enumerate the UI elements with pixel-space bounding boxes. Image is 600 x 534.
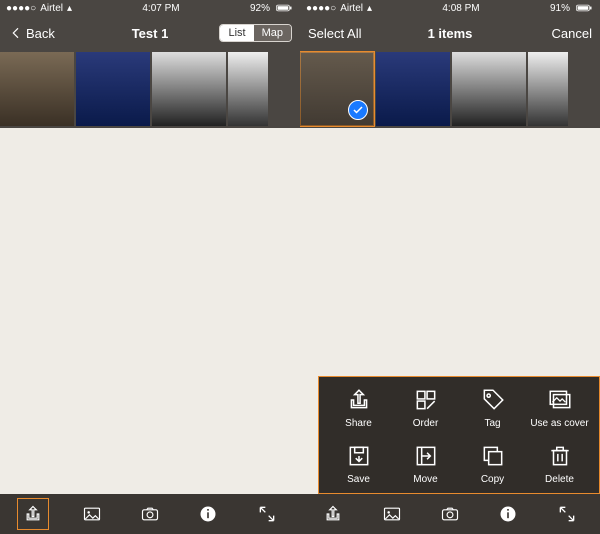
photo-thumb[interactable]	[0, 52, 74, 126]
nav-bar: Select All 1 items Cancel	[300, 16, 600, 50]
action-use-as-cover[interactable]: Use as cover	[526, 387, 593, 429]
tab-bar	[0, 494, 300, 534]
clock-label: 4:07 PM	[142, 3, 179, 14]
tab-expand[interactable]	[552, 499, 582, 529]
photo-thumb[interactable]	[452, 52, 526, 126]
right-pane: ●●●●○ Airtel ▴ 4:08 PM 91% Select All 1 …	[300, 0, 600, 534]
photo-thumb[interactable]	[376, 52, 450, 126]
back-label: Back	[26, 26, 55, 41]
clock-label: 4:08 PM	[442, 3, 479, 14]
wifi-icon: ▴	[367, 3, 372, 14]
photo-thumb[interactable]	[76, 52, 150, 126]
tab-share[interactable]	[318, 499, 348, 529]
tab-info[interactable]	[193, 499, 223, 529]
battery-icon	[574, 3, 594, 13]
left-pane: ●●●●○ Airtel ▴ 4:07 PM 92% Back Test 1 L…	[0, 0, 300, 534]
action-save[interactable]: Save	[325, 443, 392, 485]
nav-bar: Back Test 1 List Map	[0, 16, 300, 50]
action-tag[interactable]: Tag	[459, 387, 526, 429]
move-icon	[413, 443, 439, 469]
back-button[interactable]: Back	[8, 25, 55, 41]
share-icon	[23, 504, 43, 524]
action-move[interactable]: Move	[392, 443, 459, 485]
checkmark-icon	[348, 100, 368, 120]
photo-thumb[interactable]	[228, 52, 268, 126]
tag-icon	[480, 387, 506, 413]
order-icon	[413, 387, 439, 413]
cover-icon	[547, 387, 573, 413]
info-icon	[198, 504, 218, 524]
select-all-button[interactable]: Select All	[308, 26, 361, 41]
status-bar: ●●●●○ Airtel ▴ 4:08 PM 91%	[300, 0, 600, 16]
tab-camera[interactable]	[435, 499, 465, 529]
tab-camera[interactable]	[135, 499, 165, 529]
action-order[interactable]: Order	[392, 387, 459, 429]
delete-icon	[547, 443, 573, 469]
signal-dots-icon: ●●●●○	[306, 3, 336, 14]
photo-thumb-selected[interactable]	[300, 52, 374, 126]
copy-icon	[480, 443, 506, 469]
tab-expand[interactable]	[252, 499, 282, 529]
photo-thumb[interactable]	[528, 52, 568, 126]
camera-icon	[140, 504, 160, 524]
action-share[interactable]: Share	[325, 387, 392, 429]
info-icon	[498, 504, 518, 524]
page-title: Test 1	[132, 26, 169, 41]
tab-info[interactable]	[493, 499, 523, 529]
thumbnail-strip[interactable]	[300, 50, 600, 128]
action-delete[interactable]: Delete	[526, 443, 593, 485]
selection-count: 1 items	[428, 26, 473, 41]
tab-gallery[interactable]	[377, 499, 407, 529]
carrier-label: Airtel	[40, 3, 63, 14]
chevron-left-icon	[8, 25, 24, 41]
wifi-icon: ▴	[67, 3, 72, 14]
signal-dots-icon: ●●●●○	[6, 3, 36, 14]
action-copy[interactable]: Copy	[459, 443, 526, 485]
battery-icon	[274, 3, 294, 13]
share-icon	[346, 387, 372, 413]
photo-icon	[382, 504, 402, 524]
segment-map[interactable]: Map	[254, 25, 291, 41]
carrier-label: Airtel	[340, 3, 363, 14]
thumbnail-strip[interactable]	[0, 50, 300, 128]
status-bar: ●●●●○ Airtel ▴ 4:07 PM 92%	[0, 0, 300, 16]
content-area	[0, 128, 300, 494]
share-icon	[323, 504, 343, 524]
segment-list[interactable]: List	[220, 25, 253, 41]
action-panel: Share Order Tag Use as cover Save Move C…	[318, 376, 600, 494]
save-icon	[346, 443, 372, 469]
content-area: Share Order Tag Use as cover Save Move C…	[300, 128, 600, 494]
view-segment[interactable]: List Map	[219, 24, 292, 42]
tab-share[interactable]	[18, 499, 48, 529]
expand-icon	[257, 504, 277, 524]
tab-bar	[300, 494, 600, 534]
expand-icon	[557, 504, 577, 524]
battery-percent: 91%	[550, 3, 570, 14]
camera-icon	[440, 504, 460, 524]
tab-gallery[interactable]	[77, 499, 107, 529]
battery-percent: 92%	[250, 3, 270, 14]
cancel-button[interactable]: Cancel	[552, 26, 592, 41]
photo-icon	[82, 504, 102, 524]
photo-thumb[interactable]	[152, 52, 226, 126]
